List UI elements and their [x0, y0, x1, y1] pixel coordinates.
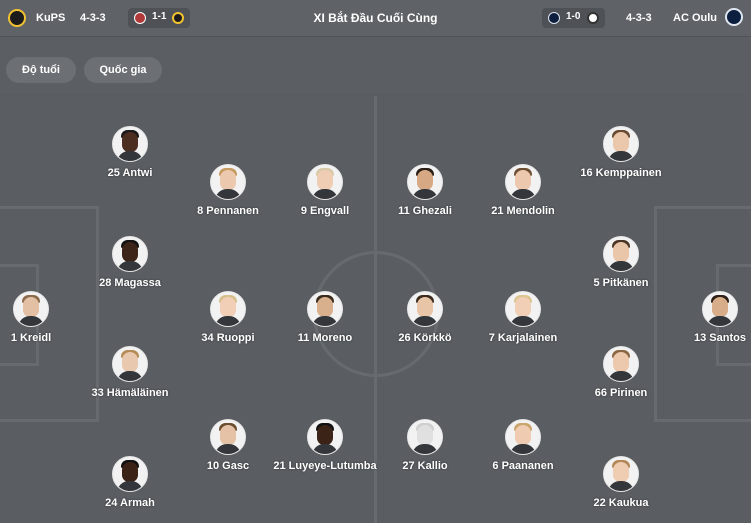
player-name: 22 Kaukua	[593, 497, 649, 509]
player-photo	[307, 419, 343, 455]
player-photo	[210, 164, 246, 200]
player-card[interactable]: 11 Ghezali	[370, 164, 480, 217]
player-card[interactable]: 27 Kallio	[370, 419, 480, 472]
player-card[interactable]: 5 Pitkänen	[566, 236, 676, 289]
player-photo	[505, 291, 541, 327]
player-name: 7 Karjalainen	[488, 332, 558, 344]
player-photo	[112, 456, 148, 492]
player-name: 34 Ruoppi	[201, 332, 255, 344]
player-card[interactable]: 34 Ruoppi	[173, 291, 283, 344]
player-photo	[505, 164, 541, 200]
player-name: 5 Pitkänen	[593, 277, 649, 289]
player-photo	[603, 346, 639, 382]
player-name: 33 Hämäläinen	[91, 387, 169, 399]
player-card[interactable]: 24 Armah	[75, 456, 185, 509]
player-card[interactable]: 8 Pennanen	[173, 164, 283, 217]
player-name: 25 Antwi	[107, 167, 153, 179]
player-name: 9 Engvall	[300, 205, 350, 217]
player-name: 27 Kallio	[402, 460, 448, 472]
player-name: 21 Luyeye-Lutumba	[273, 460, 377, 472]
player-photo	[603, 456, 639, 492]
player-name: 10 Gasc	[206, 460, 250, 472]
filter-bar: Độ tuổi Quốc gia	[0, 37, 751, 95]
player-card[interactable]: 33 Hämäläinen	[75, 346, 185, 399]
player-photo	[13, 291, 49, 327]
player-photo	[603, 236, 639, 272]
player-name: 6 Paananen	[492, 460, 554, 472]
player-card[interactable]: 28 Magassa	[75, 236, 185, 289]
player-name: 11 Moreno	[297, 332, 353, 344]
player-card[interactable]: 21 Mendolin	[468, 164, 578, 217]
player-photo	[112, 236, 148, 272]
player-card[interactable]: 16 Kemppainen	[566, 126, 676, 179]
match-header: KuPS 4-3-3 1-1 XI Bắt Đầu Cuối Cùng 1-0 …	[0, 0, 751, 37]
age-filter-chip[interactable]: Độ tuổi	[6, 57, 76, 83]
away-last-score: 1-0	[566, 11, 581, 22]
player-photo	[505, 419, 541, 455]
player-card[interactable]: 22 Kaukua	[566, 456, 676, 509]
opponent-logo-icon	[587, 12, 599, 24]
player-photo	[112, 346, 148, 382]
player-card[interactable]: 66 Pirinen	[566, 346, 676, 399]
player-photo	[407, 291, 443, 327]
ac-oulu-logo-icon	[725, 8, 743, 26]
player-name: 11 Ghezali	[398, 205, 452, 217]
player-name: 66 Pirinen	[594, 387, 648, 399]
player-card[interactable]: 11 Moreno	[270, 291, 380, 344]
player-card[interactable]: 21 Luyeye-Lutumba	[270, 419, 380, 472]
player-card[interactable]: 10 Gasc	[173, 419, 283, 472]
oulu-mini-logo-icon	[548, 12, 560, 24]
player-photo	[702, 291, 738, 327]
player-name: 8 Pennanen	[197, 205, 259, 217]
player-photo	[407, 164, 443, 200]
player-photo	[307, 164, 343, 200]
player-photo	[210, 419, 246, 455]
player-photo	[407, 419, 443, 455]
away-team-name[interactable]: AC Oulu	[673, 11, 717, 25]
player-name: 13 Santos	[694, 332, 746, 344]
player-name: 21 Mendolin	[491, 205, 555, 217]
player-card[interactable]: 9 Engvall	[270, 164, 380, 217]
player-name: 16 Kemppainen	[580, 167, 662, 179]
player-photo	[307, 291, 343, 327]
player-name: 26 Körkkö	[398, 332, 452, 344]
player-card[interactable]: 7 Karjalainen	[468, 291, 578, 344]
player-card[interactable]: 25 Antwi	[75, 126, 185, 179]
nationality-filter-chip[interactable]: Quốc gia	[84, 57, 162, 83]
away-last-result[interactable]: 1-0	[542, 8, 605, 28]
player-card[interactable]: 6 Paananen	[468, 419, 578, 472]
player-card[interactable]: 13 Santos	[665, 291, 751, 344]
player-card[interactable]: 1 Kreidl	[0, 291, 86, 344]
player-photo	[112, 126, 148, 162]
player-card[interactable]: 26 Körkkö	[370, 291, 480, 344]
player-photo	[603, 126, 639, 162]
player-photo	[210, 291, 246, 327]
player-name: 1 Kreidl	[10, 332, 52, 344]
away-formation: 4-3-3	[626, 12, 652, 24]
player-name: 28 Magassa	[99, 277, 161, 289]
player-name: 24 Armah	[105, 497, 155, 509]
